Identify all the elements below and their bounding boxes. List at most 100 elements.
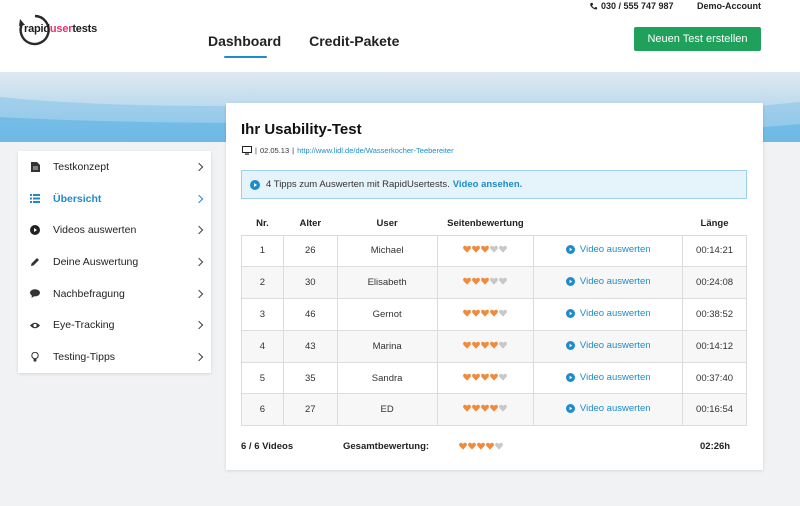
total-rating-hearts <box>459 442 503 450</box>
heart-icon <box>490 246 499 253</box>
sidebar-item-uebersicht[interactable]: Übersicht <box>18 183 211 215</box>
phone-text: 030 / 555 747 987 <box>601 1 674 11</box>
heart-icon <box>490 341 499 349</box>
test-url-link[interactable]: http://www.lidl.de/de/Wasserkocher-Teebe… <box>297 146 453 155</box>
chevron-right-icon <box>194 162 204 172</box>
heart-icon <box>468 442 476 450</box>
rating-hearts <box>463 373 508 381</box>
sidebar-item-deine-auswertung[interactable]: Deine Auswertung <box>18 246 211 278</box>
table-row: 5 35 Sandra Video auswerten 00:37:40 <box>241 361 747 395</box>
heart-icon <box>459 442 467 450</box>
cell-user: Michael <box>336 234 438 268</box>
heart-icon <box>481 246 490 253</box>
logo[interactable]: rapidusertests <box>18 12 97 48</box>
cell-video: Video auswerten <box>533 266 684 300</box>
play-icon <box>30 225 40 236</box>
header-video <box>533 213 683 236</box>
video-link-label: Video auswerten <box>579 371 651 383</box>
cell-rating <box>436 266 535 300</box>
new-test-button[interactable]: Neuen Test erstellen <box>634 27 761 51</box>
cell-rating <box>436 361 535 395</box>
cell-nr: 4 <box>241 329 284 363</box>
total-rating-label: Gesamtbewertung: <box>343 441 430 452</box>
heart-icon <box>463 246 472 253</box>
video-auswerten-link[interactable]: Video auswerten <box>565 403 651 415</box>
meta-separator: | <box>255 146 257 155</box>
sidebar-item-label: Übersicht <box>53 192 102 205</box>
heart-icon <box>499 246 508 253</box>
play-circle-icon <box>565 404 575 414</box>
nav-dashboard[interactable]: Dashboard <box>208 33 281 58</box>
heart-icon <box>486 442 494 450</box>
eye-icon <box>30 320 40 330</box>
cell-user: Elisabeth <box>336 266 438 300</box>
video-auswerten-link[interactable]: Video auswerten <box>565 308 651 319</box>
cell-video: Video auswerten <box>533 329 684 363</box>
cell-video: Video auswerten <box>533 298 684 331</box>
heart-icon <box>499 373 508 381</box>
cell-laenge: 00:14:12 <box>682 329 747 363</box>
cell-rating <box>436 234 535 268</box>
cell-nr: 6 <box>241 393 284 427</box>
chevron-right-icon <box>194 257 204 267</box>
rating-hearts <box>463 309 508 317</box>
heart-icon <box>463 373 472 381</box>
video-auswerten-link[interactable]: Video auswerten <box>565 276 651 287</box>
video-auswerten-link[interactable]: Video auswerten <box>565 244 651 256</box>
table-row: 3 46 Gernot Video auswerten 00:38:52 <box>241 298 747 331</box>
cell-rating <box>436 393 535 427</box>
cell-alter: 43 <box>282 329 338 363</box>
play-circle-icon <box>565 245 575 255</box>
sidebar-item-videos-auswerten[interactable]: Videos auswerten <box>18 214 211 246</box>
results-table: Nr. Alter User Seitenbewertung Länge 1 26… <box>241 213 747 427</box>
header-alter: Alter <box>283 213 338 236</box>
speech-bubble-icon <box>30 289 40 299</box>
heart-icon <box>477 442 485 450</box>
heart-icon <box>463 341 472 349</box>
video-link-label: Video auswerten <box>579 339 651 351</box>
heart-icon <box>495 442 503 450</box>
heart-icon <box>472 373 481 381</box>
sidebar-item-label: Testkonzept <box>53 160 110 173</box>
video-link-label: Video auswerten <box>579 403 651 415</box>
sidebar-item-eye-tracking[interactable]: Eye-Tracking <box>18 309 211 341</box>
sidebar-item-nachbefragung[interactable]: Nachbefragung <box>18 278 211 310</box>
chevron-right-icon <box>194 352 204 362</box>
sidebar-item-testkonzept[interactable]: Testkonzept <box>18 151 211 183</box>
chevron-right-icon <box>194 289 204 298</box>
play-circle-icon <box>565 340 575 350</box>
cell-alter: 30 <box>282 266 338 300</box>
cell-alter: 46 <box>282 298 338 331</box>
table-row: 2 30 Elisabeth Video auswerten 00:24:08 <box>241 266 747 300</box>
tip-banner: 4 Tipps zum Auswerten mit RapidUsertests… <box>241 170 747 199</box>
chevron-right-icon <box>194 194 204 203</box>
video-auswerten-link[interactable]: Video auswerten <box>565 371 651 383</box>
sidebar-item-testing-tipps[interactable]: Testing-Tipps <box>18 341 211 373</box>
heart-icon <box>472 341 481 349</box>
table-row: 6 27 ED Video auswerten 00:16:54 <box>241 393 747 427</box>
document-icon <box>30 161 40 172</box>
account-link[interactable]: Demo-Account <box>697 1 761 11</box>
sidebar-item-label: Videos auswerten <box>53 224 137 237</box>
cell-user: Marina <box>336 329 438 363</box>
table-header-row: Nr. Alter User Seitenbewertung Länge <box>241 213 747 236</box>
sidebar: Testkonzept Übersicht Videos auswerten D… <box>18 151 211 373</box>
phone-icon <box>590 2 598 9</box>
meta-separator: | <box>292 146 295 155</box>
rating-hearts <box>463 245 508 253</box>
cell-nr: 3 <box>241 298 284 331</box>
header-user: User <box>337 213 437 236</box>
heart-icon <box>499 405 508 412</box>
test-date: 02.05.13 <box>259 146 290 155</box>
video-auswerten-link[interactable]: Video auswerten <box>565 339 651 351</box>
video-link-label: Video auswerten <box>579 244 651 256</box>
video-count: 6 / 6 Videos <box>241 441 294 452</box>
cell-video: Video auswerten <box>533 361 684 395</box>
tip-video-link[interactable]: Video ansehen. <box>453 179 523 190</box>
chevron-right-icon <box>194 225 204 235</box>
heart-icon <box>490 277 499 285</box>
nav-credit-pakete[interactable]: Credit-Pakete <box>309 33 399 49</box>
rating-hearts <box>463 404 508 412</box>
play-circle-icon <box>250 179 260 190</box>
heart-icon <box>499 277 508 285</box>
